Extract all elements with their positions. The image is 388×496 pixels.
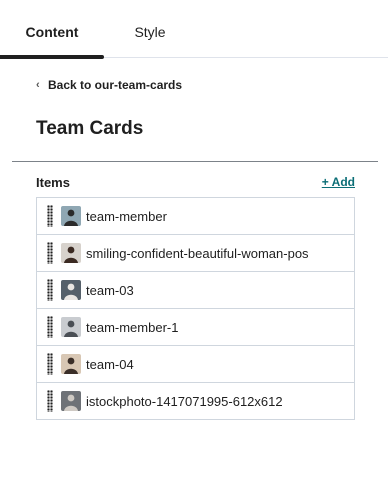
drag-handle-icon[interactable] bbox=[47, 353, 53, 375]
drag-handle-icon[interactable] bbox=[47, 390, 53, 412]
list-item-label: team-03 bbox=[86, 283, 134, 298]
list-item[interactable]: istockphoto-1417071995-612x612 bbox=[37, 383, 354, 420]
list-item-label: team-member bbox=[86, 209, 167, 224]
back-link-label: Back to our-team-cards bbox=[48, 78, 183, 92]
tab-bar: Content Style bbox=[0, 0, 388, 59]
item-thumbnail bbox=[61, 206, 81, 226]
list-item-label: team-04 bbox=[86, 357, 134, 372]
item-thumbnail bbox=[61, 391, 81, 411]
item-thumbnail bbox=[61, 280, 81, 300]
back-link[interactable]: ‹ Back to our-team-cards bbox=[36, 76, 182, 94]
add-item-button[interactable]: + Add bbox=[322, 175, 355, 189]
drag-handle-icon[interactable] bbox=[47, 205, 53, 227]
list-item[interactable]: smiling-confident-beautiful-woman-pos bbox=[37, 235, 354, 272]
drag-handle-icon[interactable] bbox=[47, 242, 53, 264]
list-item[interactable]: team-03 bbox=[37, 272, 354, 309]
tab-style[interactable]: Style bbox=[104, 0, 196, 58]
item-thumbnail bbox=[61, 317, 81, 337]
item-list: team-member smiling-confident-beautiful-w… bbox=[36, 197, 355, 420]
list-item-label: team-member-1 bbox=[86, 320, 179, 335]
divider bbox=[12, 161, 378, 162]
drag-handle-icon[interactable] bbox=[47, 316, 53, 338]
item-thumbnail bbox=[61, 354, 81, 374]
list-item-label: smiling-confident-beautiful-woman-pos bbox=[86, 246, 309, 261]
list-item[interactable]: team-member-1 bbox=[37, 309, 354, 346]
list-item[interactable]: team-04 bbox=[37, 346, 354, 383]
item-thumbnail bbox=[61, 243, 81, 263]
tab-content[interactable]: Content bbox=[0, 0, 104, 59]
drag-handle-icon[interactable] bbox=[47, 279, 53, 301]
chevron-left-icon: ‹ bbox=[36, 79, 40, 91]
list-item-label: istockphoto-1417071995-612x612 bbox=[86, 394, 283, 409]
list-item[interactable]: team-member bbox=[37, 198, 354, 235]
items-label: Items bbox=[36, 175, 70, 190]
page-title: Team Cards bbox=[36, 118, 144, 139]
